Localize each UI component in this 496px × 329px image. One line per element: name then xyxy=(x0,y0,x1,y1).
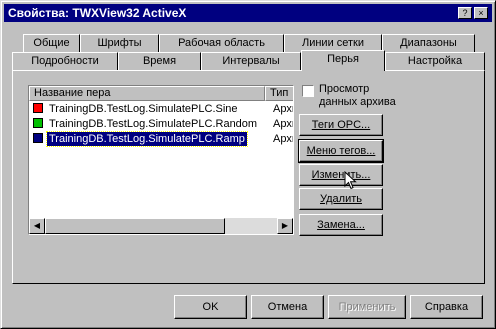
pen-type: Архи xyxy=(273,103,293,115)
ok-button[interactable]: OK xyxy=(174,295,247,319)
pen-color-swatch xyxy=(33,103,43,113)
archive-data-label[interactable]: Просмотр данных архива xyxy=(319,83,409,109)
window-title: Свойства: TWXView32 ActiveX xyxy=(8,6,187,20)
apply-button[interactable]: Применить xyxy=(328,295,406,319)
replace-button[interactable]: Замена... xyxy=(299,214,383,236)
tab-ranges[interactable]: Диапазоны xyxy=(382,34,475,53)
edit-button[interactable]: Изменить... xyxy=(299,164,383,186)
pen-type: Архи xyxy=(273,133,293,145)
pen-name: TrainingDB.TestLog.SimulatePLC.Sine xyxy=(49,103,238,115)
tab-time[interactable]: Время xyxy=(118,52,201,71)
list-item[interactable]: TrainingDB.TestLog.SimulatePLC.Sine Архи xyxy=(31,102,293,116)
pen-name: TrainingDB.TestLog.SimulatePLC.Ramp xyxy=(46,131,248,147)
scroll-thumb[interactable] xyxy=(45,218,225,234)
tab-details[interactable]: Подробности xyxy=(12,52,118,71)
tab-pens[interactable]: Перья xyxy=(301,50,385,71)
delete-button[interactable]: Удалить xyxy=(299,188,383,210)
archive-data-checkbox[interactable] xyxy=(302,85,314,97)
column-header-pen-name[interactable]: Название пера xyxy=(29,86,265,101)
list-item[interactable]: TrainingDB.TestLog.SimulatePLC.Random Ар… xyxy=(31,117,293,131)
list-item-selected[interactable]: TrainingDB.TestLog.SimulatePLC.Ramp Архи xyxy=(31,131,293,147)
cancel-button[interactable]: Отмена xyxy=(251,295,324,319)
horizontal-scrollbar[interactable]: ◀ ▶ xyxy=(29,218,293,234)
tag-menu-button[interactable]: Меню тегов... xyxy=(298,139,384,163)
delete-label: Удалить xyxy=(320,193,362,205)
help-icon[interactable]: ? xyxy=(458,7,472,19)
pen-color-swatch xyxy=(33,133,43,143)
tab-settings[interactable]: Настройка xyxy=(385,52,485,71)
scroll-right-icon[interactable]: ▶ xyxy=(277,218,293,234)
pen-list[interactable]: Название пера Тип TrainingDB.TestLog.Sim… xyxy=(28,85,294,235)
help-button[interactable]: Справка xyxy=(410,295,483,319)
tab-general[interactable]: Общие xyxy=(23,34,80,53)
edit-label: Изменить... xyxy=(311,169,371,181)
pen-color-swatch xyxy=(33,118,43,128)
column-header-type[interactable]: Тип xyxy=(265,86,293,101)
pen-type: Архи xyxy=(273,118,293,130)
pen-name: TrainingDB.TestLog.SimulatePLC.Random xyxy=(49,118,258,130)
mouse-cursor-icon xyxy=(344,171,357,190)
tab-workspace[interactable]: Рабочая область xyxy=(159,34,284,53)
properties-dialog: Свойства: TWXView32 ActiveX ? × Общие Шр… xyxy=(0,0,496,329)
tab-fonts[interactable]: Шрифты xyxy=(80,34,159,53)
tab-intervals[interactable]: Интервалы xyxy=(201,52,301,71)
scroll-left-icon[interactable]: ◀ xyxy=(29,218,45,234)
replace-label: Замена... xyxy=(317,219,365,231)
tag-menu-label: Меню тегов... xyxy=(306,145,376,157)
opc-tags-button[interactable]: Теги OPC... xyxy=(299,114,383,136)
close-icon[interactable]: × xyxy=(474,7,488,19)
opc-tags-label: Теги OPC... xyxy=(311,119,371,131)
title-bar[interactable]: Свойства: TWXView32 ActiveX ? × xyxy=(4,4,492,22)
